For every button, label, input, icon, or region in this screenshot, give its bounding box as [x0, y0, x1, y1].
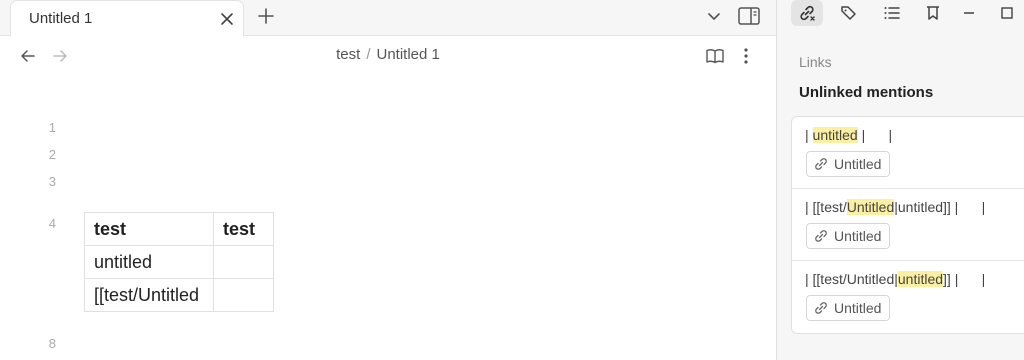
- book-open-icon[interactable]: [704, 45, 726, 67]
- mention-text-after: | |: [857, 127, 893, 143]
- breadcrumb: test / Untitled 1: [0, 46, 776, 63]
- breadcrumb-folder[interactable]: test: [336, 46, 360, 63]
- table-header-cell[interactable]: test: [213, 212, 274, 246]
- mention-highlight: Untitled: [846, 199, 895, 215]
- mention-item[interactable]: | [[test/Untitled|untitled]] | | Untitle…: [792, 189, 1024, 261]
- mention-highlight: untitled: [812, 127, 858, 143]
- mention-text-before: | [[test/: [805, 199, 847, 215]
- line-number: 3: [48, 174, 56, 189]
- close-icon[interactable]: [217, 9, 237, 29]
- mention-text: | untitled | |: [805, 127, 892, 143]
- table-cell[interactable]: [213, 278, 274, 312]
- table-header-cell[interactable]: test: [84, 212, 214, 246]
- tab-bar: Untitled 1: [0, 0, 776, 37]
- right-sidebar: Links Unlinked mentions | untitled | | U…: [776, 0, 1024, 360]
- tab-title: Untitled 1: [29, 10, 93, 27]
- mentions-list: | untitled | | Untitled | [[test/Untitle…: [791, 116, 1024, 334]
- tab-untitled-1[interactable]: Untitled 1: [10, 0, 244, 37]
- line-number: 8: [48, 336, 56, 351]
- mention-text-after: ]] | |: [943, 271, 986, 287]
- sidebar-toggle-icon[interactable]: [736, 4, 762, 28]
- markdown-table: test test untitled [[test/Untitled: [84, 212, 274, 312]
- mention-text: | [[test/Untitled|untitled]] | |: [805, 199, 985, 215]
- breadcrumb-file[interactable]: Untitled 1: [376, 46, 439, 63]
- unlinked-mentions-heading[interactable]: Unlinked mentions: [799, 84, 933, 101]
- line-number: 4: [48, 216, 56, 231]
- mention-item[interactable]: | [[test/Untitled|untitled]] | | Untitle…: [792, 261, 1024, 333]
- plus-icon[interactable]: [254, 4, 278, 28]
- list-icon[interactable]: [876, 0, 908, 26]
- links-icon[interactable]: [791, 0, 823, 26]
- links-heading: Links: [799, 54, 832, 70]
- table-row: untitled: [84, 245, 274, 279]
- table-cell[interactable]: [213, 245, 274, 279]
- mention-text-before: | [[test/Untitled|: [805, 271, 898, 287]
- breadcrumb-separator: /: [366, 46, 371, 63]
- maximize-icon[interactable]: [991, 0, 1023, 26]
- link-button-label: Untitled: [834, 300, 882, 316]
- link-icon: [813, 228, 829, 244]
- mention-highlight: untitled: [897, 271, 944, 287]
- link-button[interactable]: Untitled: [806, 223, 891, 249]
- mention-item[interactable]: | untitled | | Untitled: [792, 117, 1024, 189]
- line-number: 2: [48, 147, 56, 162]
- link-icon: [813, 300, 829, 316]
- link-button[interactable]: Untitled: [806, 295, 891, 321]
- table-row: [[test/Untitled: [84, 278, 274, 312]
- mention-text-before: |: [805, 127, 813, 143]
- table-header-row: test test: [84, 212, 274, 246]
- mention-text: | [[test/Untitled|untitled]] | |: [805, 271, 985, 287]
- bookmark-icon[interactable]: [917, 0, 949, 26]
- table-cell[interactable]: [[test/Untitled: [84, 278, 214, 312]
- link-button-label: Untitled: [834, 228, 882, 244]
- link-button-label: Untitled: [834, 156, 882, 172]
- line-number: 1: [48, 120, 56, 135]
- more-vertical-icon[interactable]: [736, 45, 756, 67]
- link-button[interactable]: Untitled: [806, 151, 891, 177]
- minimize-icon[interactable]: [953, 0, 985, 26]
- chevron-down-icon[interactable]: [702, 4, 726, 28]
- sidebar-tab-bar: [777, 0, 1024, 28]
- link-icon: [813, 156, 829, 172]
- table-cell[interactable]: untitled: [84, 245, 214, 279]
- mention-text-after: |untitled]] | |: [894, 199, 986, 215]
- tags-icon[interactable]: [833, 0, 865, 26]
